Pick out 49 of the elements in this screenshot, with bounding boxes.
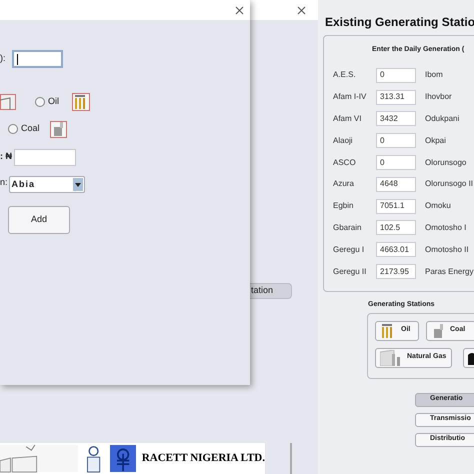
field-label: n: [0, 176, 8, 189]
generation-field[interactable]: 4663.01 [376, 242, 416, 258]
station-name: Afam VI [333, 112, 362, 125]
station-name: Alaoji [333, 134, 354, 147]
radio-button[interactable] [8, 124, 18, 134]
generation-field[interactable]: 7051.1 [376, 198, 416, 214]
radio-label: Coal [21, 122, 40, 136]
tower-icon [468, 350, 474, 364]
station-name: Olorunsogo II [425, 178, 474, 190]
generation-field[interactable]: 0 [376, 68, 416, 83]
generation-field[interactable]: 0 [376, 155, 416, 170]
generation-field[interactable]: 313.31 [376, 90, 416, 105]
station-name: Okpai [425, 134, 446, 147]
station-name: Geregu I [333, 244, 366, 256]
generation-field[interactable]: 0 [376, 133, 416, 148]
close-icon[interactable] [235, 6, 244, 14]
station-name: A.E.S. [333, 69, 357, 82]
radio-label: Oil [48, 95, 59, 108]
station-name: Ihovbor [425, 91, 452, 104]
station-name: Omoku [425, 200, 451, 212]
add-button[interactable]: Add [8, 206, 70, 234]
station-name: Omotosho I [425, 222, 466, 234]
station-name: Olorunsogo [425, 156, 466, 169]
station-name: Egbin [333, 200, 354, 212]
station-button[interactable]: tation [250, 283, 292, 299]
field-label: : ₦ [0, 150, 12, 164]
input-field[interactable] [14, 148, 76, 166]
station-name: Odukpani [425, 112, 460, 125]
logo-icon [110, 443, 136, 474]
station-name: Omotosho II [425, 244, 469, 256]
generation-field[interactable]: 3432 [376, 111, 416, 126]
close-icon[interactable] [297, 6, 306, 14]
field-label: ): [0, 52, 6, 66]
station-name: Azura [333, 178, 355, 190]
station-name: ASCO [333, 156, 357, 169]
generation-field[interactable]: 102.5 [376, 220, 416, 236]
chimney-icon [431, 324, 445, 338]
generation-field[interactable]: 4648 [376, 176, 416, 192]
station-name: Afam I-IV [333, 91, 368, 104]
generation-field[interactable]: 2173.95 [376, 264, 416, 280]
station-name: Paras Energy [425, 266, 474, 278]
radio-button[interactable] [35, 97, 45, 107]
station-name: Geregu II [333, 266, 368, 278]
station-name: Gbarain [333, 222, 362, 234]
input-field[interactable] [12, 50, 62, 68]
factory-icon [380, 350, 402, 366]
station-name: Ibom [425, 69, 443, 82]
company-name: RACETT NIGERIA LTD. [142, 451, 265, 466]
region-dropdown[interactable]: Abia [8, 176, 85, 193]
